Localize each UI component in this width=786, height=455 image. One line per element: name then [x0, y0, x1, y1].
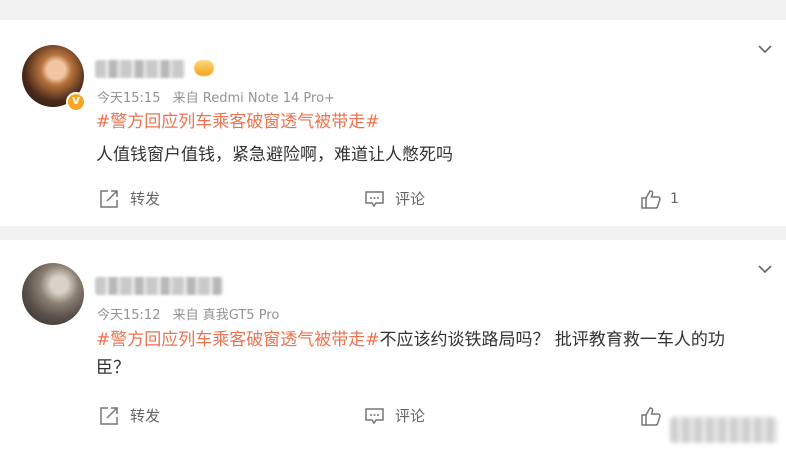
post-source: 来自 真我GT5 Pro	[172, 308, 280, 323]
like-count: 1	[670, 191, 679, 207]
repost-label: 转发	[130, 190, 161, 208]
like-button[interactable]: 1	[640, 188, 679, 210]
post-source: 来自 Redmi Note 14 Pro+	[172, 91, 335, 106]
repost-label: 转发	[130, 407, 161, 425]
comment-label: 评论	[395, 190, 426, 208]
username-blurred[interactable]	[95, 277, 223, 295]
chevron-down-icon[interactable]	[758, 42, 772, 56]
post-time: 今天15:12	[97, 308, 161, 323]
comment-button[interactable]: 评论	[364, 405, 425, 426]
comment-text: 人值钱窗户值钱，紧急避险啊，难道让人憋死吗	[96, 145, 453, 165]
comment-icon	[365, 190, 384, 207]
repost-icon	[100, 407, 118, 425]
post-time: 今天15:15	[97, 91, 161, 106]
vip-badge-icon	[194, 60, 214, 76]
topic-line: #警方回应列车乘客破窗透气被带走#	[96, 109, 380, 135]
watermark	[670, 417, 778, 443]
verified-badge-icon: V	[66, 92, 86, 112]
username-blurred[interactable]	[95, 60, 185, 78]
topic-link[interactable]: #警方回应列车乘客破窗透气被带走#	[96, 330, 380, 350]
chevron-down-icon[interactable]	[758, 262, 772, 276]
comment-card: 今天15:12 来自 真我GT5 Pro #警方回应列车乘客破窗透气被带走#不应…	[0, 240, 786, 455]
avatar[interactable]	[22, 263, 84, 325]
comment-body: #警方回应列车乘客破窗透气被带走#不应该约谈铁路局吗？ 批评教育救一车人的功臣？	[96, 326, 758, 382]
topic-link[interactable]: #警方回应列车乘客破窗透气被带走#	[96, 112, 380, 132]
post-meta: 今天15:15 来自 Redmi Note 14 Pro+	[97, 87, 335, 106]
comment-card: V 今天15:15 来自 Redmi Note 14 Pro+ #警方回应列车乘…	[0, 20, 786, 226]
thumbs-up-icon	[641, 190, 661, 209]
repost-icon	[100, 190, 118, 208]
thumbs-up-icon	[641, 407, 661, 426]
comment-button[interactable]: 评论	[364, 188, 425, 209]
post-meta: 今天15:12 来自 真我GT5 Pro	[97, 304, 279, 323]
like-button[interactable]	[640, 405, 670, 427]
comment-label: 评论	[395, 407, 426, 425]
repost-button[interactable]: 转发	[99, 405, 160, 426]
comment-icon	[365, 407, 384, 424]
repost-button[interactable]: 转发	[99, 188, 160, 209]
